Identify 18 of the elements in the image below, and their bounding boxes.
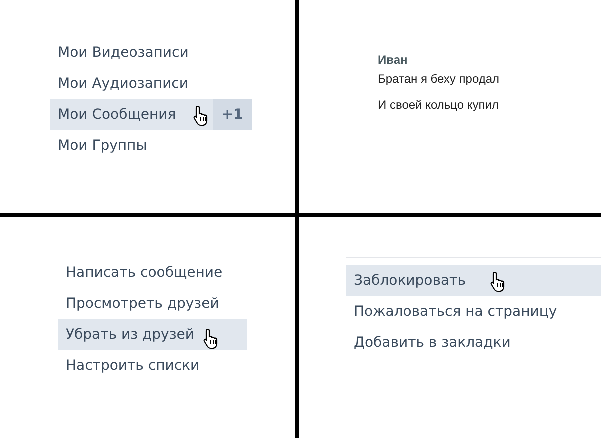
menu-item[interactable]: Написать сообщение <box>58 257 247 288</box>
menu-item[interactable]: Мои Сообщения +1 <box>50 99 252 130</box>
message-text: Братан я беху продал <box>378 72 500 86</box>
hand-cursor-icon <box>490 271 507 293</box>
menu-item[interactable]: Убрать из друзей <box>58 319 247 350</box>
menu-item[interactable]: Мои Видеозаписи <box>50 37 252 68</box>
menu-item[interactable]: Добавить в закладки <box>346 327 601 358</box>
menu-item[interactable]: Заблокировать <box>346 265 601 296</box>
message-text: И своей кольцо купил <box>378 98 499 112</box>
counter-badge: +1 <box>213 99 252 130</box>
hand-cursor-icon <box>193 105 210 127</box>
menu-item[interactable]: Мои Группы <box>50 130 252 161</box>
menu-item[interactable]: Настроить списки <box>58 350 247 381</box>
menu-item[interactable]: Просмотреть друзей <box>58 288 247 319</box>
sender-name: Иван <box>378 53 408 67</box>
menu-item[interactable]: Пожаловаться на страницу <box>346 296 601 327</box>
menu-item[interactable]: Мои Аудиозаписи <box>50 68 252 99</box>
hand-cursor-icon <box>203 328 220 350</box>
